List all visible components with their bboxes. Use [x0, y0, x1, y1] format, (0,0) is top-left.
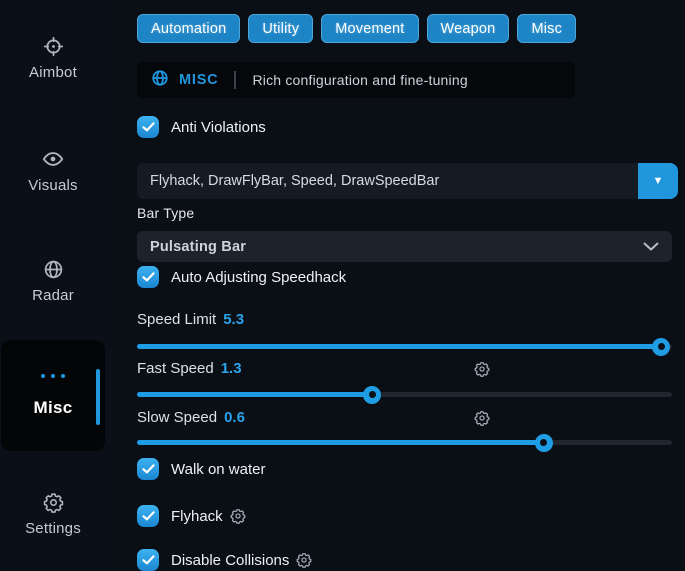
eye-icon	[42, 148, 64, 170]
sidebar-item-label: Aimbot	[29, 64, 77, 81]
globe-icon	[151, 69, 169, 92]
sidebar-item-radar[interactable]: Radar	[0, 259, 106, 304]
bar-flags-value[interactable]: Flyhack, DrawFlyBar, Speed, DrawSpeedBar	[137, 163, 638, 199]
slider-handle[interactable]	[363, 386, 381, 404]
anti-violations-checkbox[interactable]	[137, 116, 159, 138]
sidebar-item-label: Visuals	[28, 177, 77, 194]
flyhack-checkbox[interactable]	[137, 505, 159, 527]
slider-fill	[137, 344, 661, 349]
flyhack-label: Flyhack	[171, 508, 223, 525]
walk-on-water-label: Walk on water	[171, 461, 265, 478]
sidebar-item-misc[interactable]: Misc	[1, 340, 105, 451]
slider-handle[interactable]	[652, 338, 670, 356]
slow-speed-slider[interactable]	[137, 440, 672, 445]
flyhack-gear-icon[interactable]	[230, 508, 246, 524]
slow-speed-gear-icon[interactable]	[474, 410, 490, 426]
bar-type-label: Bar Type	[137, 205, 194, 221]
ellipsis-icon	[1, 374, 105, 378]
checkmark-icon	[142, 511, 155, 521]
speed-limit-label: Speed Limit 5.3	[137, 311, 244, 328]
sidebar: Aimbot Visuals Radar Misc	[0, 0, 112, 563]
auto-adjusting-row: Auto Adjusting Speedhack	[137, 266, 346, 288]
fast-speed-gear-icon[interactable]	[474, 361, 490, 377]
speed-limit-slider[interactable]	[137, 344, 672, 349]
sidebar-item-label: Misc	[1, 398, 105, 418]
slow-speed-value: 0.6	[224, 409, 245, 426]
disable-collisions-row: Disable Collisions	[137, 549, 312, 571]
bar-flags-multiselect: Flyhack, DrawFlyBar, Speed, DrawSpeedBar…	[137, 163, 678, 199]
bar-type-select[interactable]: Pulsating Bar	[137, 231, 672, 262]
disable-collisions-gear-icon[interactable]	[296, 552, 312, 568]
tab-misc[interactable]: Misc	[517, 14, 576, 43]
bar-type-value: Pulsating Bar	[150, 239, 246, 255]
disable-collisions-checkbox[interactable]	[137, 549, 159, 571]
tab-movement[interactable]: Movement	[321, 14, 418, 43]
crosshair-icon	[43, 36, 64, 57]
active-indicator	[96, 369, 100, 425]
globe-icon	[43, 259, 64, 280]
slider-fill	[137, 440, 544, 445]
tab-weapon[interactable]: Weapon	[427, 14, 510, 43]
anti-violations-row: Anti Violations	[137, 116, 266, 138]
section-subtitle: Rich configuration and fine-tuning	[252, 72, 467, 88]
checkmark-icon	[142, 122, 155, 132]
tab-utility[interactable]: Utility	[248, 14, 313, 43]
fast-speed-slider[interactable]	[137, 392, 672, 397]
fast-speed-value: 1.3	[221, 360, 242, 377]
sidebar-item-label: Settings	[25, 520, 81, 537]
section-title: MISC	[179, 72, 218, 88]
auto-adjusting-label: Auto Adjusting Speedhack	[171, 269, 346, 286]
chevron-down-icon	[643, 238, 659, 256]
fast-speed-label: Fast Speed 1.3	[137, 360, 242, 377]
sidebar-item-label: Radar	[32, 287, 74, 304]
auto-adjusting-checkbox[interactable]	[137, 266, 159, 288]
sidebar-item-aimbot[interactable]: Aimbot	[0, 36, 106, 81]
header-divider	[234, 71, 236, 89]
main-content: Automation Utility Movement Weapon Misc …	[137, 0, 678, 563]
slow-speed-label: Slow Speed 0.6	[137, 409, 245, 426]
walk-on-water-row: Walk on water	[137, 458, 265, 480]
anti-violations-label: Anti Violations	[171, 119, 266, 136]
bar-flags-dropdown-button[interactable]: ▼	[638, 163, 678, 199]
tab-automation[interactable]: Automation	[137, 14, 240, 43]
sidebar-item-visuals[interactable]: Visuals	[0, 148, 106, 194]
slider-fill	[137, 392, 372, 397]
checkmark-icon	[142, 464, 155, 474]
walk-on-water-checkbox[interactable]	[137, 458, 159, 480]
slider-handle[interactable]	[535, 434, 553, 452]
checkmark-icon	[142, 555, 155, 565]
dropdown-triangle-icon: ▼	[653, 175, 664, 187]
checkmark-icon	[142, 272, 155, 282]
disable-collisions-label: Disable Collisions	[171, 552, 289, 569]
sidebar-item-settings[interactable]: Settings	[0, 492, 106, 537]
speed-limit-value: 5.3	[223, 311, 244, 328]
flyhack-row: Flyhack	[137, 505, 246, 527]
section-header: MISC Rich configuration and fine-tuning	[137, 62, 575, 98]
gear-icon	[43, 492, 64, 513]
category-tabs: Automation Utility Movement Weapon Misc	[137, 14, 576, 43]
